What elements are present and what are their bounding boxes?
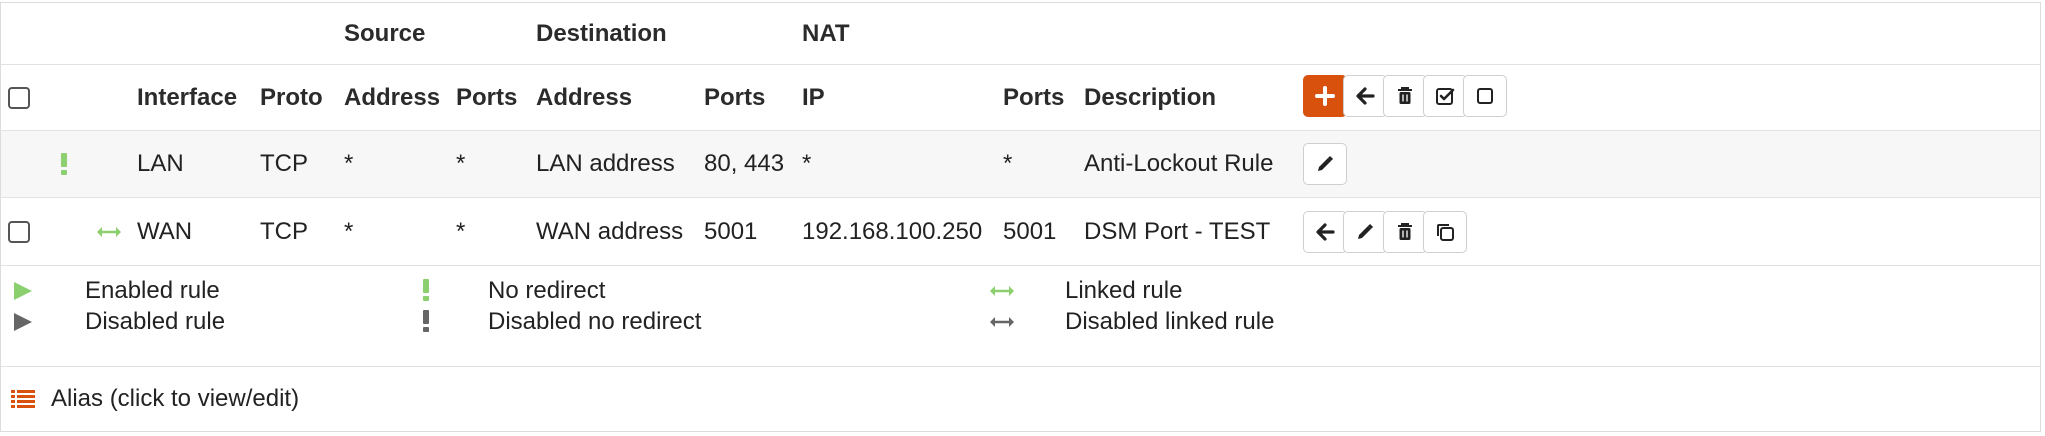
legend: Enabled rule Disabled rule No redirect D…	[1, 266, 2040, 367]
disabled-no-redirect-icon	[421, 309, 431, 333]
edit-rule-button[interactable]	[1343, 211, 1387, 253]
column-source-ports: Ports	[456, 83, 518, 111]
rule-proto: TCP	[260, 150, 308, 177]
column-description: Description	[1084, 83, 1217, 111]
move-rule-button[interactable]	[1303, 211, 1347, 253]
pencil-icon	[1318, 155, 1334, 171]
rule-destination-address: WAN address	[536, 217, 684, 245]
rule-select-cell	[8, 198, 30, 265]
rule-destination-ports: 80, 443	[704, 150, 785, 177]
rule-nat-ip: 192.168.100.250	[802, 217, 983, 245]
list-icon	[11, 367, 35, 430]
rule-destination-ports: 5001	[704, 217, 758, 245]
group-header-source: Source	[344, 19, 426, 47]
table-row: LAN TCP * * LAN address 80, 443 * * Anti…	[1, 131, 2040, 198]
rule-description: DSM Port - TEST	[1084, 217, 1271, 245]
column-destination-ports: Ports	[704, 83, 766, 111]
rule-source-address: *	[344, 150, 354, 177]
legend-disabled-no-redirect: Disabled no redirect	[488, 308, 702, 335]
column-proto: Proto	[260, 83, 323, 111]
rule-interface: WAN	[137, 217, 193, 245]
group-header-row: Source Destination NAT	[1, 3, 2040, 65]
legend-alias: Alias (click to view/edit)	[51, 384, 300, 412]
enable-selected-button[interactable]	[1423, 75, 1467, 117]
linked-rule-icon	[989, 284, 1015, 298]
legend-disabled-linked-rule: Disabled linked rule	[1065, 308, 1275, 335]
rule-source-address: *	[344, 217, 354, 245]
column-nat-ip: IP	[802, 83, 825, 111]
column-source-address: Address	[344, 83, 441, 111]
add-rule-button[interactable]	[1303, 75, 1347, 117]
rule-select-checkbox[interactable]	[8, 220, 30, 243]
column-nat-ports: Ports	[1003, 83, 1065, 111]
select-all-cell	[8, 65, 30, 130]
rule-destination-address: LAN address	[536, 150, 675, 177]
disabled-linked-rule-icon	[989, 315, 1015, 329]
rule-source-ports: *	[456, 217, 466, 245]
select-all-checkbox[interactable]	[8, 86, 30, 109]
trash-icon	[1398, 87, 1412, 104]
arrow-left-icon	[1316, 223, 1335, 241]
table-row: WAN TCP * * WAN address 5001 192.168.100…	[1, 198, 2040, 266]
rule-description: Anti-Lockout Rule	[1084, 150, 1274, 177]
legend-linked-rule: Linked rule	[1065, 277, 1183, 304]
column-destination-address: Address	[536, 83, 633, 111]
check-square-icon	[1436, 88, 1455, 105]
rule-interface: LAN	[137, 150, 184, 177]
rule-proto: TCP	[260, 217, 308, 245]
column-header-row: Interface Proto Address Ports Address Po…	[1, 65, 2040, 131]
legend-enabled-rule: Enabled rule	[85, 277, 220, 304]
plus-icon	[1315, 86, 1335, 106]
clone-rule-button[interactable]	[1423, 211, 1467, 253]
group-header-destination: Destination	[536, 19, 667, 47]
no-redirect-icon	[59, 131, 69, 197]
edit-rule-button[interactable]	[1303, 143, 1347, 185]
no-redirect-icon	[421, 278, 431, 302]
enabled-rule-icon	[12, 280, 34, 302]
delete-selected-button[interactable]	[1383, 75, 1427, 117]
rule-nat-ip: *	[802, 150, 812, 177]
rule-nat-ports: 5001	[1003, 217, 1057, 245]
group-header-nat: NAT	[802, 19, 850, 47]
delete-rule-button[interactable]	[1383, 211, 1427, 253]
square-icon	[1477, 88, 1493, 104]
clone-icon	[1437, 224, 1454, 241]
legend-no-redirect: No redirect	[488, 277, 606, 304]
linked-rule-icon	[96, 198, 122, 265]
move-selected-button[interactable]	[1343, 75, 1387, 117]
column-interface: Interface	[137, 83, 238, 111]
disable-selected-button[interactable]	[1463, 75, 1507, 117]
rule-source-ports: *	[456, 150, 466, 177]
pencil-icon	[1358, 223, 1374, 239]
arrow-left-icon	[1356, 87, 1375, 105]
alias-legend-row: Alias (click to view/edit)	[1, 367, 2040, 430]
trash-icon	[1398, 223, 1412, 240]
disabled-rule-icon	[12, 311, 34, 333]
rule-nat-ports: *	[1003, 150, 1013, 177]
legend-disabled-rule: Disabled rule	[85, 308, 226, 335]
